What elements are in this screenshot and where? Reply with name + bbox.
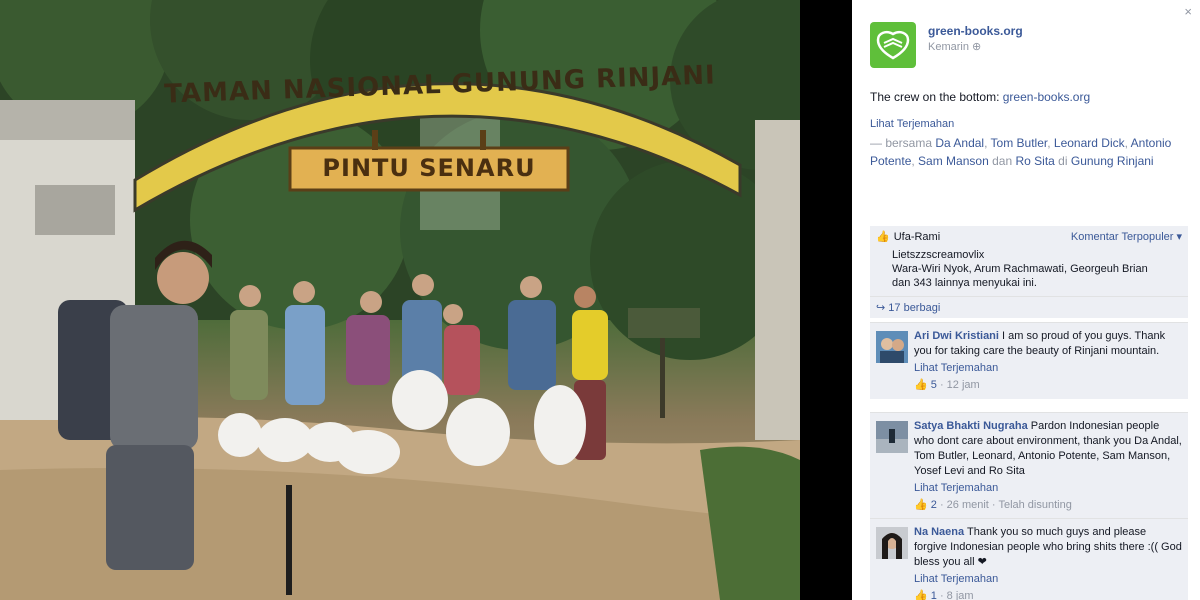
gate-sign-text: PINTU SENARU	[322, 154, 536, 182]
tagged-person[interactable]: Da Andal	[935, 136, 984, 150]
comment-meta: 👍 5 · 12 jam	[914, 379, 980, 391]
comment: Satya Bhakti Nugraha Pardon Indonesian p…	[870, 412, 1188, 519]
comment-time[interactable]: 8 jam	[947, 590, 974, 600]
comment-author[interactable]: Satya Bhakti Nugraha	[914, 420, 1028, 432]
liker-line: Lietszzscreamovlix	[892, 249, 985, 261]
tags-joiner: dan	[992, 154, 1013, 168]
post-date-label[interactable]: Kemarin	[928, 41, 969, 53]
shares-count[interactable]: ↪ 17 berbagi	[870, 296, 1188, 318]
comment-author[interactable]: Ari Dwi Kristiani	[914, 330, 999, 342]
tagged-person[interactable]: Tom Butler	[991, 136, 1048, 150]
thumb-up-icon: 👍	[876, 231, 890, 243]
avatar[interactable]	[876, 421, 908, 453]
likes-summary: 👍 Ufa-Rami Komentar Terpopuler ▾ Lietszzs…	[870, 226, 1188, 318]
liker-line: Wara-Wiri Nyok, Arum Rachmawati, Georgeu…	[892, 263, 1148, 275]
post-panel: × green-books.org Kemarin ⊕ The crew on …	[852, 0, 1200, 600]
photo-viewer: TAMAN NASIONAL GUNUNG RINJANI PINTU SENA…	[0, 0, 1200, 600]
avatar[interactable]	[876, 331, 908, 363]
edited-label[interactable]: Telah disunting	[998, 499, 1071, 511]
caption-link[interactable]: green-books.org	[1003, 90, 1090, 104]
tagged-person[interactable]: Ro Sita	[1015, 154, 1054, 168]
liker-name[interactable]: Ufa-Rami	[894, 231, 940, 243]
tagged-person[interactable]: Sam Manson	[918, 154, 989, 168]
location-link[interactable]: Gunung Rinjani	[1071, 154, 1154, 168]
thumb-up-icon[interactable]: 👍	[914, 499, 928, 511]
thumb-up-icon[interactable]: 👍	[914, 590, 928, 600]
tagged-person[interactable]: Leonard Dick	[1054, 136, 1125, 150]
page-name-link[interactable]: green-books.org	[928, 24, 1023, 38]
tagged-people: — bersama Da Andal, Tom Butler, Leonard …	[870, 136, 1172, 168]
photo[interactable]: TAMAN NASIONAL GUNUNG RINJANI PINTU SENA…	[0, 0, 800, 600]
comment-sort-dropdown[interactable]: Komentar Terpopuler ▾	[1071, 230, 1182, 243]
avatar[interactable]	[876, 527, 908, 559]
comment: Na Naena Thank you so much guys and plea…	[870, 518, 1188, 600]
see-translation-link[interactable]: Lihat Terjemahan	[914, 572, 1182, 587]
comment-author[interactable]: Na Naena	[914, 526, 964, 538]
comment-like-count[interactable]: 1	[931, 590, 937, 600]
tags-prefix: — bersama	[870, 136, 933, 150]
caption-text: The crew on the bottom:	[870, 90, 1000, 104]
post-header: green-books.org Kemarin ⊕	[870, 22, 1023, 68]
see-translation-link[interactable]: Lihat Terjemahan	[914, 361, 1182, 376]
comment-meta: 👍 2 · 26 menit · Telah disunting	[914, 499, 1072, 511]
see-translation-link[interactable]: Lihat Terjemahan	[870, 118, 954, 130]
comment-time[interactable]: 26 menit	[947, 499, 989, 511]
thumb-up-icon[interactable]: 👍	[914, 379, 928, 391]
see-translation-link[interactable]: Lihat Terjemahan	[914, 481, 1182, 496]
logo-icon[interactable]	[870, 22, 916, 68]
liker-list[interactable]: Lietszzscreamovlix Wara-Wiri Nyok, Arum …	[870, 248, 1188, 290]
comment: Ari Dwi Kristiani I am so proud of you g…	[870, 322, 1188, 399]
photo-letterbox	[800, 0, 852, 600]
likes-count-link[interactable]: dan 343 lainnya menyukai ini.	[892, 276, 1182, 290]
comment-time[interactable]: 12 jam	[947, 379, 980, 391]
globe-icon: ⊕	[972, 41, 982, 53]
post-date[interactable]: Kemarin ⊕	[928, 40, 1023, 53]
share-icon: ↪	[876, 302, 889, 314]
comment-like-count[interactable]: 2	[931, 499, 937, 511]
comment-meta: 👍 1 · 8 jam	[914, 590, 974, 600]
comment-like-count[interactable]: 5	[931, 379, 937, 391]
shares-label[interactable]: 17 berbagi	[888, 302, 940, 314]
post-caption: The crew on the bottom: green-books.org	[870, 90, 1186, 104]
close-icon[interactable]: ×	[1184, 4, 1192, 19]
location-prefix: di	[1058, 154, 1068, 168]
